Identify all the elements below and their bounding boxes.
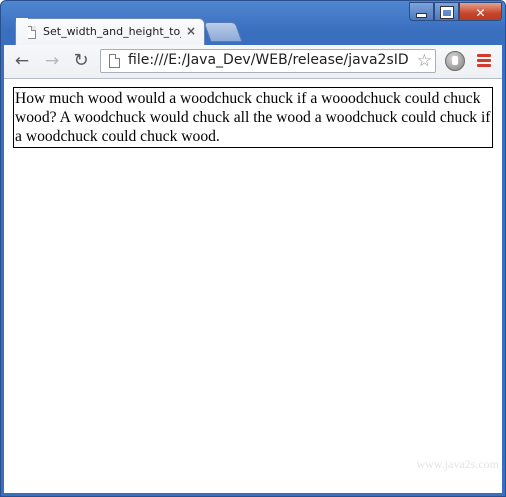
menu-icon[interactable] bbox=[477, 54, 491, 68]
page-icon bbox=[26, 26, 36, 39]
reload-button[interactable]: ↻ bbox=[71, 51, 91, 71]
extension-icon[interactable] bbox=[445, 51, 465, 71]
content-box: How much wood would a woodchuck chuck if… bbox=[13, 87, 493, 148]
back-button[interactable]: ← bbox=[12, 51, 32, 71]
maximize-icon bbox=[439, 6, 454, 19]
tab-close-icon[interactable]: × bbox=[186, 24, 196, 38]
minimize-icon bbox=[416, 13, 427, 18]
page-icon bbox=[109, 54, 120, 68]
close-icon: ✕ bbox=[475, 6, 486, 20]
forward-button[interactable]: → bbox=[42, 51, 62, 71]
tab-title: Set_width_and_height_to_ bbox=[43, 25, 181, 38]
tab-strip: Set_width_and_height_to_ × ✕ bbox=[1, 1, 505, 47]
url-text[interactable]: file:///E:/Java_Dev/WEB/release/java2sID bbox=[128, 52, 410, 68]
watermark: www.java2s.com bbox=[416, 457, 499, 471]
toolbar: ← → ↻ file:///E:/Java_Dev/WEB/release/ja… bbox=[4, 45, 502, 79]
close-window-button[interactable]: ✕ bbox=[459, 2, 502, 21]
browser-window: Set_width_and_height_to_ × ✕ ← → ↻ file:… bbox=[0, 0, 506, 497]
page-viewport: How much wood would a woodchuck chuck if… bbox=[4, 79, 502, 493]
new-tab-button[interactable] bbox=[203, 22, 243, 42]
minimize-button[interactable] bbox=[409, 2, 434, 21]
tab-active[interactable]: Set_width_and_height_to_ × bbox=[15, 18, 205, 47]
address-bar[interactable]: file:///E:/Java_Dev/WEB/release/java2sID… bbox=[100, 49, 436, 73]
bookmark-star-icon[interactable]: ☆ bbox=[417, 50, 432, 72]
maximize-button[interactable] bbox=[434, 2, 459, 21]
